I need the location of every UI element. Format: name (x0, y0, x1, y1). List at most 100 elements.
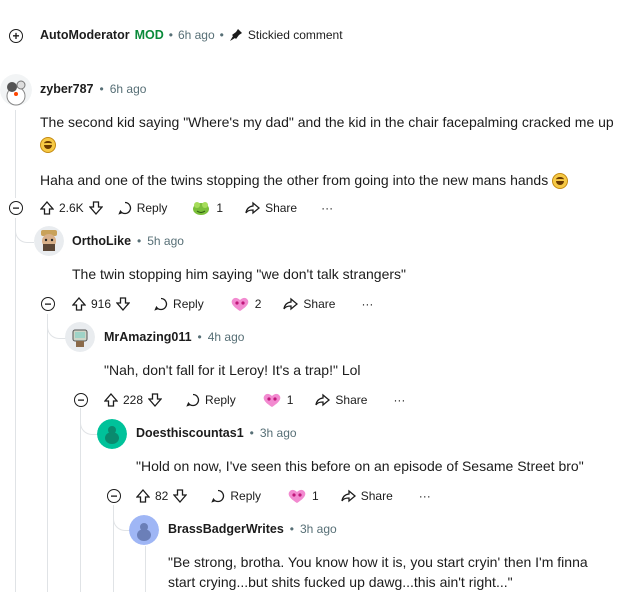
more-options-button[interactable]: ··· (321, 201, 333, 215)
comment-bubble-icon (186, 393, 200, 407)
collapse-thread-button[interactable]: − (41, 297, 55, 311)
heart-eyes-award-icon (288, 489, 306, 503)
timestamp: 4h ago (207, 330, 245, 344)
separator-dot: • (289, 522, 294, 536)
reply-button[interactable]: Reply (211, 489, 261, 503)
thread-line-root (15, 110, 16, 198)
award-count: 2 (254, 297, 262, 311)
more-options-button[interactable]: ··· (393, 393, 405, 407)
thread-hook-level2 (47, 314, 66, 339)
separator-dot: • (137, 234, 142, 248)
more-icon: ··· (321, 201, 334, 215)
avatar[interactable] (0, 74, 32, 106)
comment-text: Haha and one of the twins stopping the o… (40, 172, 549, 188)
award-button[interactable]: 1 (262, 392, 294, 408)
share-label: Share (335, 393, 368, 407)
author-name[interactable]: Doesthiscountas1 (136, 426, 244, 440)
minus-circle-icon: − (44, 297, 52, 311)
author-name[interactable]: zyber787 (40, 82, 94, 96)
expand-thread-button[interactable]: + (9, 29, 23, 43)
reply-button[interactable]: Reply (117, 201, 167, 215)
reply-button[interactable]: Reply (186, 393, 236, 407)
laughing-emoji-icon (40, 137, 56, 154)
reply-button[interactable]: Reply (154, 297, 204, 311)
automod-header: AutoModerator MOD • 6h ago • Stickied co… (40, 28, 343, 42)
comment-header: Doesthiscountas1 • 3h ago (136, 426, 297, 440)
avatar[interactable] (34, 226, 64, 256)
comment-text: start crying...but shits fucked up dawg.… (168, 574, 513, 590)
timestamp: 6h ago (109, 82, 147, 96)
laughing-emoji-icon (552, 173, 569, 190)
pin-icon (229, 29, 242, 41)
vote-group: 2.6K (40, 201, 103, 215)
vote-group: 916 (72, 297, 131, 311)
reply-label: Reply (173, 297, 204, 311)
more-options-button[interactable]: ··· (361, 297, 373, 311)
avatar[interactable] (65, 322, 95, 352)
vote-count: 2.6K (59, 201, 84, 215)
award-count: 1 (286, 393, 294, 407)
heart-eyes-award-icon (231, 297, 249, 311)
share-button[interactable]: Share (283, 297, 335, 311)
award-button[interactable]: 2 (230, 296, 262, 312)
share-label: Share (265, 201, 298, 215)
downvote-icon[interactable] (116, 297, 131, 311)
downvote-icon[interactable] (173, 489, 188, 503)
collapse-thread-button[interactable]: − (107, 489, 121, 503)
thread-line-deep (145, 546, 146, 592)
author-name[interactable]: MrAmazing011 (104, 330, 192, 344)
timestamp: 3h ago (259, 426, 297, 440)
minus-circle-icon: − (110, 489, 118, 503)
comment-body: The second kid saying "Where's my dad" a… (40, 112, 615, 190)
comment-header: OrthoLike • 5h ago (72, 234, 184, 248)
more-icon: ··· (393, 393, 406, 407)
author-name[interactable]: OrthoLike (72, 234, 131, 248)
thread-line-level2 (47, 314, 48, 592)
timestamp: 5h ago (147, 234, 184, 248)
share-icon (283, 297, 299, 311)
thread-hook-level3 (80, 408, 97, 435)
author-name[interactable]: BrassBadgerWrites (168, 522, 284, 536)
comment-header: zyber787 • 6h ago (40, 82, 146, 96)
minus-circle-icon: − (77, 393, 85, 407)
upvote-icon[interactable] (40, 201, 54, 215)
award-button[interactable]: 1 (191, 200, 223, 216)
separator-dot: • (168, 28, 173, 42)
award-count: 1 (312, 489, 319, 503)
timestamp: 3h ago (300, 522, 337, 536)
share-label: Share (360, 489, 393, 503)
timestamp: 6h ago (177, 28, 215, 42)
award-icon (193, 202, 210, 215)
share-button[interactable]: Share (315, 393, 367, 407)
comment-bubble-icon (154, 297, 168, 311)
avatar[interactable] (129, 515, 159, 545)
comment-header: BrassBadgerWrites • 3h ago (168, 522, 337, 536)
upvote-icon[interactable] (72, 297, 86, 311)
vote-count: 916 (91, 297, 112, 311)
upvote-icon[interactable] (136, 489, 150, 503)
share-button[interactable]: Share (341, 489, 393, 503)
more-options-button[interactable]: ··· (419, 489, 431, 503)
downvote-icon[interactable] (88, 201, 103, 215)
vote-group: 228 (104, 393, 163, 407)
stickied-label: Stickied comment (247, 28, 343, 42)
separator-dot: • (249, 426, 254, 440)
comment-body: "Nah, don't fall for it Leroy! It's a tr… (104, 362, 361, 378)
collapse-thread-button[interactable]: − (74, 393, 88, 407)
vote-count: 228 (123, 393, 144, 407)
downvote-icon[interactable] (148, 393, 163, 407)
reply-label: Reply (205, 393, 236, 407)
award-button[interactable]: 1 (287, 488, 319, 504)
share-icon (315, 393, 331, 407)
collapse-thread-button[interactable]: − (9, 201, 23, 215)
more-icon: ··· (418, 489, 431, 503)
avatar[interactable] (97, 419, 127, 449)
more-icon: ··· (361, 297, 374, 311)
thread-hook-level4 (113, 505, 130, 531)
mod-badge: MOD (134, 28, 164, 42)
author-name[interactable]: AutoModerator (40, 28, 130, 42)
vote-group: 82 (136, 489, 188, 503)
thread-line-level1 (15, 218, 16, 592)
share-button[interactable]: Share (245, 201, 297, 215)
upvote-icon[interactable] (104, 393, 118, 407)
